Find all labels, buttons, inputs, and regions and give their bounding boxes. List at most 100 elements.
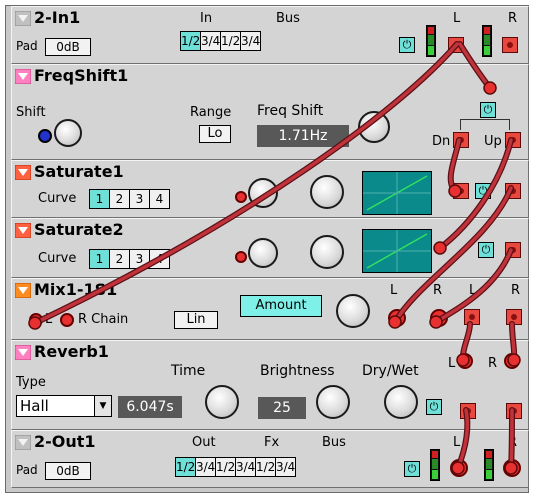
bus-option-3-4[interactable]: 3/4 (276, 458, 295, 476)
output-jack[interactable] (505, 183, 521, 199)
brightness-knob[interactable] (316, 385, 350, 419)
device-name: Saturate2 (34, 220, 124, 239)
collapse-triangle-icon[interactable] (15, 165, 31, 180)
collapse-triangle-icon[interactable] (15, 283, 31, 298)
down-output-jack[interactable] (453, 132, 469, 148)
curve-option-1[interactable]: 1 (90, 190, 110, 208)
bus-option-1-2[interactable]: 1/2 (256, 458, 276, 476)
curve-label: Curve (38, 251, 77, 266)
collapse-triangle-icon[interactable] (15, 345, 31, 360)
input-option-3-4[interactable]: 3/4 (201, 32, 221, 50)
dry-wet-knob[interactable] (384, 385, 418, 419)
device-saturate1: Saturate1 Curve 1 2 3 4 ⏻ (11, 160, 529, 218)
input-jack-l[interactable] (450, 459, 468, 477)
curve-option-2[interactable]: 2 (110, 250, 130, 268)
power-icon[interactable]: ⏻ (404, 461, 420, 477)
curve-option-1[interactable]: 1 (90, 250, 110, 268)
chain-r-label: R Chain (78, 312, 129, 327)
collapse-triangle-icon[interactable] (15, 435, 31, 450)
curve-option-2[interactable]: 2 (110, 190, 130, 208)
l2-label: L (469, 283, 477, 298)
out-option-1-2[interactable]: 1/2 (176, 458, 196, 476)
output-jack[interactable] (505, 242, 521, 258)
modulation-input-icon[interactable] (38, 129, 52, 143)
device-name: 2-Out1 (34, 432, 96, 451)
pad-label: Pad (16, 39, 38, 53)
device-reverb1: Reverb1 Type Hall ▼ 6.047s Time Brightne… (11, 340, 529, 430)
power-icon[interactable]: ⏻ (426, 399, 442, 415)
r-label: R (488, 356, 498, 371)
brightness-value[interactable]: 25 (258, 397, 306, 419)
up-label: Up (484, 134, 502, 149)
drive-knob[interactable] (248, 178, 278, 208)
r2-label: R (511, 283, 521, 298)
curve-selector[interactable]: 1 2 3 4 (89, 189, 170, 209)
device-name: FreqShift1 (34, 66, 129, 85)
type-dropdown[interactable]: Hall ▼ (16, 395, 112, 417)
out-option-3-4[interactable]: 3/4 (196, 458, 216, 476)
time-value[interactable]: 6.047s (118, 396, 182, 418)
type-value: Hall (20, 397, 49, 415)
lin-value-field[interactable]: Lin (174, 311, 218, 329)
device-name: Saturate1 (34, 162, 124, 181)
input-option-1-2[interactable]: 1/2 (181, 32, 201, 50)
collapse-triangle-icon[interactable] (15, 223, 31, 238)
amount-button[interactable]: Amount (240, 295, 322, 317)
bus-option-3-4[interactable]: 3/4 (241, 32, 260, 50)
up-output-jack[interactable] (505, 132, 521, 148)
output-selector[interactable]: 1/2 3/4 1/2 3/4 1/2 3/4 (175, 457, 296, 477)
output-jack-r[interactable] (502, 37, 518, 53)
collapse-triangle-icon[interactable] (15, 11, 31, 26)
time-label: Time (171, 363, 206, 379)
input-jack-r[interactable] (503, 459, 521, 477)
output-jack-l[interactable] (460, 403, 476, 419)
output-knob[interactable] (310, 235, 344, 269)
range-value-field[interactable]: Lo (199, 125, 231, 143)
shift-label: Shift (16, 105, 46, 120)
input-jack[interactable] (453, 183, 469, 199)
output-knob[interactable] (310, 175, 344, 209)
power-icon[interactable]: ⏻ (399, 37, 415, 53)
level-meter-l (426, 25, 436, 57)
out-label: Out (192, 435, 216, 450)
bus-label: Bus (276, 11, 300, 26)
curve-selector[interactable]: 1 2 3 4 (89, 249, 170, 269)
input-jack-l[interactable] (388, 309, 406, 327)
level-meter-r (484, 449, 494, 481)
pad-value-field[interactable]: 0dB (45, 38, 91, 56)
input-jack-r[interactable] (504, 353, 520, 369)
amount-knob[interactable] (336, 294, 370, 328)
power-icon[interactable]: ⏻ (478, 242, 494, 258)
curve-option-3[interactable]: 3 (130, 250, 150, 268)
freq-shift-value[interactable]: 1.71Hz (257, 125, 349, 147)
freq-shift-knob[interactable] (358, 111, 390, 143)
fx-option-1-2[interactable]: 1/2 (216, 458, 236, 476)
chain-input-jack-l[interactable] (29, 313, 43, 327)
bus-option-1-2[interactable]: 1/2 (221, 32, 241, 50)
output-jack-l[interactable] (448, 37, 464, 53)
input-selector[interactable]: 1/2 3/4 1/2 3/4 (180, 31, 261, 51)
shift-knob[interactable] (54, 119, 82, 147)
output-jack-l[interactable] (464, 309, 480, 325)
output-jack-r[interactable] (506, 309, 522, 325)
output-jack-r[interactable] (506, 403, 522, 419)
time-knob[interactable] (205, 385, 239, 419)
pad-label: Pad (16, 463, 38, 477)
power-icon[interactable]: ⏻ (480, 102, 496, 118)
modulation-input-icon[interactable] (235, 191, 247, 203)
device-freqshift1: FreqShift1 Shift Range Lo Freq Shift 1.7… (11, 64, 529, 160)
pad-value-field[interactable]: 0dB (45, 462, 91, 480)
collapse-triangle-icon[interactable] (15, 69, 31, 84)
input-jack-r[interactable] (430, 309, 448, 327)
curve-option-4[interactable]: 4 (150, 250, 169, 268)
input-jack-l[interactable] (457, 353, 473, 369)
chevron-down-icon[interactable]: ▼ (94, 396, 111, 416)
fx-option-3-4[interactable]: 3/4 (236, 458, 256, 476)
in-label: In (200, 11, 213, 26)
chain-input-jack-r[interactable] (60, 313, 74, 327)
drive-knob[interactable] (248, 238, 278, 268)
modulation-input-icon[interactable] (235, 251, 247, 263)
curve-option-3[interactable]: 3 (130, 190, 150, 208)
curve-option-4[interactable]: 4 (150, 190, 169, 208)
power-icon[interactable]: ⏻ (475, 183, 491, 199)
